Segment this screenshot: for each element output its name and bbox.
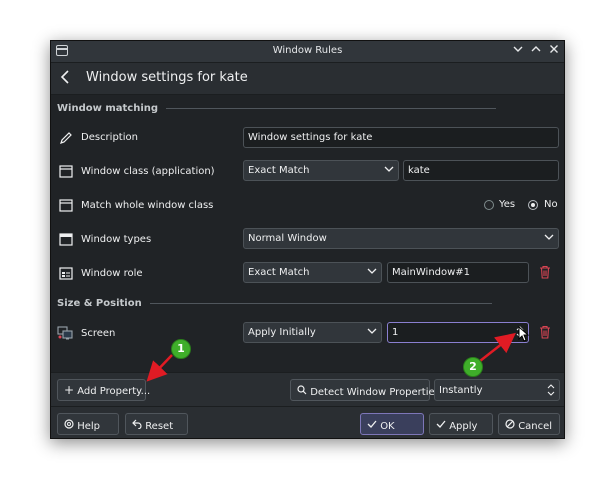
annotation-marker-2: 2 [463, 357, 483, 377]
ok-button[interactable]: OK [360, 413, 424, 435]
window-role-icon [59, 267, 73, 280]
section-title: Window matching [57, 103, 159, 114]
window-role-match-select[interactable]: Exact Match [243, 262, 382, 283]
window-class-match-select[interactable]: Exact Match [243, 160, 399, 181]
back-icon[interactable] [60, 69, 70, 89]
delete-icon[interactable] [539, 265, 551, 279]
undo-icon [132, 419, 145, 432]
titlebar: Window Rules [51, 41, 564, 63]
screen-label: Screen [81, 328, 116, 339]
whole-class-yes-label: Yes [499, 199, 516, 210]
whole-class-no-radio[interactable] [528, 200, 538, 210]
help-label: Help [77, 421, 100, 432]
edit-icon [59, 131, 73, 144]
chevron-down-icon [367, 324, 377, 341]
delete-icon[interactable] [539, 325, 551, 339]
description-label: Description [81, 132, 138, 143]
screen-spinbox[interactable]: 1 [387, 322, 529, 343]
cancel-label: Cancel [518, 421, 553, 432]
window-class-field[interactable]: kate [403, 160, 559, 181]
screen-value: 1 [392, 327, 399, 338]
detect-delay-value: Instantly [439, 385, 483, 396]
check-icon [436, 420, 449, 432]
close-icon[interactable] [547, 44, 561, 58]
window-icon [59, 165, 73, 178]
detect-delay-spinbox[interactable]: Instantly [434, 379, 560, 401]
window-class-match-value: Exact Match [248, 165, 310, 176]
window-types-label: Window types [81, 234, 152, 245]
rules-toolbar: + Add Property... Detect Window Properti… [51, 372, 564, 407]
window-types-icon [59, 233, 73, 246]
page-header: Window settings for kate [51, 63, 564, 95]
dialog-button-box: Help Reset OK Apply Cancel [51, 406, 564, 438]
check-icon [367, 420, 380, 432]
reset-label: Reset [145, 421, 174, 432]
page-title: Window settings for kate [86, 70, 248, 85]
section-title: Size & Position [57, 298, 142, 309]
chevron-down-icon [384, 162, 394, 179]
window-role-field[interactable]: MainWindow#1 [387, 262, 529, 283]
search-icon [297, 385, 310, 398]
annotation-marker-1: 1 [171, 339, 191, 359]
plus-icon: + [64, 383, 75, 397]
window-role-match-value: Exact Match [248, 267, 310, 278]
description-field[interactable]: Window settings for kate [243, 127, 559, 148]
cancel-button[interactable]: Cancel [498, 413, 560, 435]
section-divider [166, 108, 497, 109]
help-button[interactable]: Help [57, 413, 119, 435]
minimize-icon[interactable] [511, 44, 525, 58]
window-role-label: Window role [81, 268, 143, 279]
screen-icon [57, 325, 73, 340]
screen-policy-value: Apply Initially [248, 327, 316, 338]
whole-class-label: Match whole window class [81, 200, 214, 211]
window-class-label: Window class (application) [81, 166, 215, 177]
add-property-button[interactable]: + Add Property... [57, 379, 150, 401]
ok-label: OK [380, 421, 395, 432]
chevron-down-icon [544, 230, 554, 247]
section-divider [149, 303, 492, 304]
window-icon [59, 199, 73, 212]
screen-policy-select[interactable]: Apply Initially [243, 322, 382, 343]
apply-button[interactable]: Apply [429, 413, 493, 435]
section-size-position: Size & Position [57, 298, 492, 309]
reset-button[interactable]: Reset [125, 413, 188, 435]
rules-list: Window matching Description Window setti… [51, 95, 564, 372]
section-window-matching: Window matching [57, 103, 497, 114]
window-rules-dialog: Window Rules Window settings for kate Wi… [50, 40, 565, 439]
spin-arrows-icon[interactable] [547, 382, 555, 401]
add-property-label: Add Property... [77, 386, 151, 397]
apply-label: Apply [449, 421, 478, 432]
detect-window-properties-button[interactable]: Detect Window Properties [290, 379, 440, 401]
maximize-icon[interactable] [529, 44, 543, 58]
detect-label: Detect Window Properties [310, 387, 440, 398]
mouse-cursor-icon [518, 326, 530, 342]
whole-class-yes-radio[interactable] [484, 200, 494, 210]
window-types-select[interactable]: Normal Window [243, 228, 559, 249]
help-icon [64, 419, 77, 432]
chevron-down-icon [367, 264, 377, 281]
whole-class-no-label: No [544, 199, 558, 210]
cancel-icon [505, 419, 518, 432]
window-title: Window Rules [272, 45, 343, 56]
window-types-value: Normal Window [248, 233, 327, 244]
